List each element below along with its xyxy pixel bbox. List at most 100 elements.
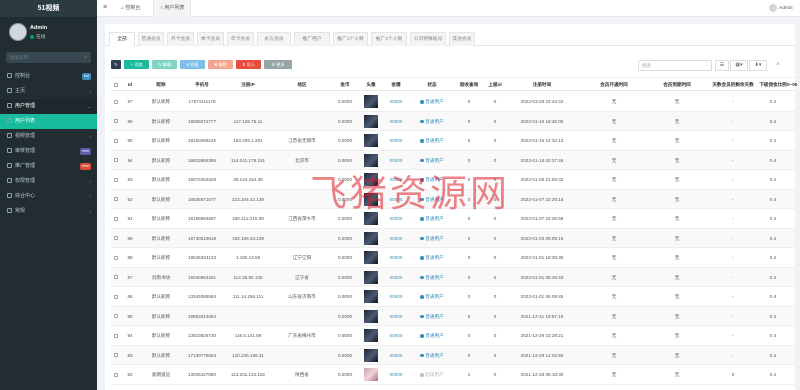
import-button[interactable]: ⬆ 导入 [236,60,261,69]
row-checkbox[interactable] [111,326,121,346]
column-header[interactable]: 验收查询 [453,78,485,92]
filter-tab-2[interactable]: 月卡会员 [167,32,194,46]
column-header[interactable]: 下级佣金比例 [759,78,787,92]
column-header[interactable]: 0~05 [787,78,797,92]
sidebar-item-8[interactable]: 综合中心 ‹ [0,189,97,204]
row-checkbox[interactable] [111,151,121,171]
sidebar-search-input[interactable]: 搜索菜单 ⌕ [6,52,91,63]
recharge-button[interactable]: ¥ 充值 [180,60,205,69]
column-header[interactable]: 状态 [409,78,455,92]
more-button[interactable]: ⚙ 更多 [264,60,292,69]
key-code[interactable]: 00000 [383,346,409,366]
tab-user-list[interactable]: ○ 用户列表 [153,0,192,17]
tab-dashboard[interactable]: ⌂ 控制台 [115,0,146,17]
avatar[interactable] [364,309,378,323]
edit-button[interactable]: ✎ 编辑 [152,60,177,69]
avatar[interactable] [364,329,378,342]
grid-columns-icon[interactable]: ▦▾ [730,60,748,71]
key-code[interactable]: 00000 [383,248,409,268]
table-row[interactable]: 95 默认昵称 18160268245 183.205.1.201 江苏省无锡市 0.00… [111,131,795,151]
filter-tab-6[interactable]: 推广用户 [294,32,330,46]
sidebar-item-9[interactable]: 常规 ‹ [0,204,97,219]
avatar[interactable] [364,251,378,264]
table-row[interactable]: 96 默认昵称 18065072777 117.126.75.11 0.0000 0000… [111,111,795,132]
column-header[interactable]: 注册IP [223,78,273,92]
menu-toggle-icon[interactable]: ≡ [103,4,107,11]
column-header[interactable]: 注册时间 [505,78,579,92]
table-row[interactable]: 84 默认昵称 13823828730 116.5.141.59 广东省梅州市 0.000… [111,326,795,346]
avatar[interactable] [364,348,378,362]
key-code[interactable]: 00000 [383,268,409,288]
table-row[interactable]: 82 爱朗道远 13046427880 113.201.132.182 陕西省 0.000… [111,365,795,385]
table-row[interactable]: 97 默认昵称 17674111178 0.0000 00000 普通用户 0 0 2022-0… [111,92,795,112]
filter-tab-4[interactable]: 年卡会员 [227,32,254,46]
sidebar-item-0[interactable]: 控制台 hot [0,69,97,84]
column-header[interactable]: 手机号 [181,78,223,92]
row-checkbox[interactable] [111,346,121,366]
column-header[interactable]: 头像 [361,78,381,92]
table-row[interactable]: 87 剑雨书坊 15040664401 112.26.55.135 辽宁省 0.0000 0… [111,267,795,288]
key-code[interactable]: 00000 [383,112,409,132]
key-code[interactable]: 00000 [383,131,409,151]
filter-tab-10[interactable]: 其他会员 [449,32,475,46]
add-button[interactable]: + 添加 [124,60,149,69]
row-checkbox[interactable] [111,170,121,190]
avatar[interactable] [364,231,378,245]
table-row[interactable]: 83 默认昵称 17130779653 120.239.189.31 0.0000 000… [111,345,795,366]
top-admin-name[interactable]: Admin [779,6,793,11]
filter-tab-8[interactable]: 推广3个人数 [371,32,407,46]
row-checkbox[interactable] [111,92,121,112]
row-checkbox[interactable] [111,229,121,249]
delete-button[interactable]: ✖ 删除 [208,60,233,69]
filter-tab-3[interactable]: 季卡会员 [197,32,224,46]
export-icon[interactable]: ⬇▾ [749,60,767,71]
filter-tab-0[interactable]: 全部 [109,32,135,46]
filter-tab-5[interactable]: 永久会员 [257,32,291,46]
key-code[interactable]: 00000 [383,287,409,307]
column-header[interactable]: 天数会员的剩余天数 [707,78,759,92]
sidebar-item-3[interactable]: 用户列表 [0,114,97,129]
row-checkbox[interactable] [111,190,121,210]
avatar[interactable] [364,95,378,108]
column-header[interactable]: 金币 [329,78,361,92]
row-checkbox[interactable] [111,112,121,132]
sidebar-item-4[interactable]: 视频管理 ‹ [0,129,97,144]
table-row[interactable]: 85 默认昵称 18863014064 0.0000 00000 普通用户 0 0 2021-1… [111,306,795,327]
avatar[interactable] [364,368,378,381]
table-row[interactable]: 88 默认昵称 18046334123 1.190.13.56 辽宁辽阳 0.0000 00… [111,248,795,268]
avatar[interactable] [364,290,378,303]
top-avatar[interactable] [769,4,777,12]
table-search-input[interactable]: 搜索 [638,60,712,71]
column-header[interactable]: 金键 [383,78,409,92]
column-header[interactable]: 会员开通时间 [581,78,647,92]
avatar[interactable] [364,134,378,147]
search-icon[interactable]: ⌕ [84,54,87,60]
sidebar-item-5[interactable]: 审核管理 new [0,144,97,159]
filter-tab-1[interactable]: 普通会员 [138,32,164,46]
key-code[interactable]: 00000 [383,307,409,327]
column-header[interactable]: 会员到期时间 [647,78,707,92]
key-code[interactable]: 00000 [383,326,409,346]
refresh-button[interactable]: ↻ [111,60,121,69]
list-view-icon[interactable]: ☰ [715,60,729,71]
table-row[interactable]: 86 默认昵称 13345085584 111.14.256.111 山东省济南市 0.0… [111,287,795,307]
key-code[interactable]: 00000 [383,92,409,112]
key-code[interactable]: 00000 [383,365,409,385]
avatar[interactable] [9,23,27,41]
sidebar-item-7[interactable]: 权限管理 ‹ [0,174,97,189]
row-checkbox[interactable] [111,287,121,307]
column-header[interactable]: 上级id [485,78,505,92]
column-header[interactable]: 地区 [273,78,331,92]
search-toggle-icon[interactable]: ⌕ [771,60,785,71]
key-code[interactable]: 00000 [383,229,409,249]
row-checkbox[interactable] [111,209,121,229]
row-checkbox[interactable] [111,307,121,327]
avatar[interactable] [364,114,378,128]
sidebar-item-6[interactable]: 推广管理 new [0,159,97,174]
table-row[interactable]: 89 默认昵称 18730019619 183.199.43.239 0.0000 000… [111,228,795,249]
sidebar-item-2[interactable]: 用户管理 ⌄ [0,99,97,114]
filter-tab-9[interactable]: 公司特殊账号 [410,32,446,46]
row-checkbox[interactable] [111,248,121,268]
column-header[interactable]: 昵称 [141,78,181,92]
row-checkbox[interactable] [111,268,121,288]
